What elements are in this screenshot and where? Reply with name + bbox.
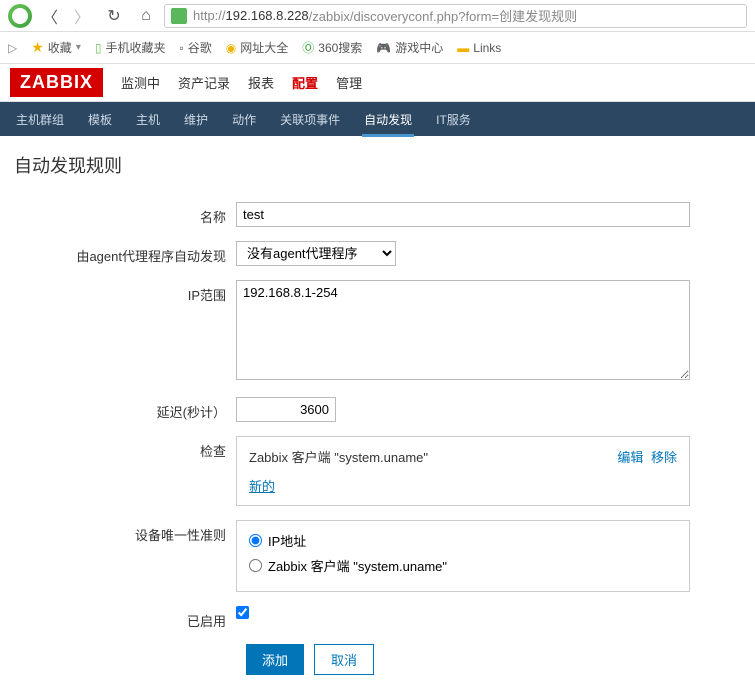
bookmark-label: 收藏	[48, 39, 72, 56]
bookmark-mobile[interactable]: ▯ 手机收藏夹	[95, 39, 166, 56]
reload-button[interactable]: ↻	[100, 2, 128, 30]
add-button[interactable]: 添加	[246, 644, 304, 675]
label-delay: 延迟(秒计）	[14, 397, 236, 422]
address-bar[interactable]: http:// 192.168.8.228 /zabbix/discoveryc…	[164, 4, 747, 28]
menu-monitoring[interactable]: 监测中	[121, 63, 160, 102]
bookmark-favorites[interactable]: ★ 收藏 ▾	[31, 39, 81, 56]
star-icon: ★	[31, 39, 44, 56]
sub-nav: 主机群组 模板 主机 维护 动作 关联项事件 自动发现 IT服务	[0, 102, 755, 136]
subnav-hosts[interactable]: 主机	[134, 102, 162, 137]
check-new-link[interactable]: 新的	[249, 479, 275, 494]
url-path: /zabbix/discoveryconf.php?form=创建发现规则	[309, 6, 577, 25]
label-agent-proxy: 由agent代理程序自动发现	[14, 241, 236, 266]
label-checks: 检查	[14, 436, 236, 506]
label-enabled: 已启用	[14, 606, 236, 630]
uniqueness-box: IP地址 Zabbix 客户端 "system.uname"	[236, 520, 690, 592]
menu-config[interactable]: 配置	[292, 63, 318, 102]
menu-admin[interactable]: 管理	[336, 63, 362, 102]
label-name: 名称	[14, 202, 236, 227]
check-edit-link[interactable]: 编辑	[617, 450, 643, 465]
delay-input[interactable]	[236, 397, 336, 422]
agent-proxy-select[interactable]: 没有agent代理程序	[236, 241, 396, 266]
page-icon: ▫	[179, 41, 183, 55]
bookmark-label: 游戏中心	[395, 39, 443, 56]
bookmark-label: 360搜索	[318, 39, 362, 56]
check-remove-link[interactable]: 移除	[651, 450, 677, 465]
globe-icon: ◉	[226, 41, 236, 55]
gamepad-icon: 🎮	[376, 41, 391, 55]
bookmark-game[interactable]: 🎮 游戏中心	[376, 39, 443, 56]
browser-toolbar: 〈 〉 ↻ ⌂ http:// 192.168.8.228 /zabbix/di…	[0, 0, 755, 32]
back-button[interactable]: 〈	[36, 2, 64, 30]
url-host: 192.168.8.228	[226, 8, 309, 23]
label-uniqueness: 设备唯一性准则	[14, 520, 236, 592]
subnav-templates[interactable]: 模板	[86, 102, 114, 137]
name-input[interactable]	[236, 202, 690, 227]
subnav-hostgroups[interactable]: 主机群组	[14, 102, 66, 137]
home-button[interactable]: ⌂	[132, 2, 160, 30]
main-menu: 监测中 资产记录 报表 配置 管理	[121, 63, 362, 102]
chevron-down-icon: ▾	[76, 42, 81, 53]
phone-icon: ▯	[95, 41, 102, 55]
subnav-actions[interactable]: 动作	[230, 102, 258, 137]
bookmark-google[interactable]: ▫ 谷歌	[179, 39, 211, 56]
ip-range-textarea[interactable]: 192.168.8.1-254	[236, 280, 690, 380]
bookmarks-bar: ▷ ★ 收藏 ▾ ▯ 手机收藏夹 ▫ 谷歌 ◉ 网址大全 Ⓞ 360搜索 🎮 游…	[0, 32, 755, 64]
radio-agent[interactable]	[249, 559, 262, 572]
cancel-button[interactable]: 取消	[314, 644, 374, 675]
check-row: Zabbix 客户端 "system.uname" 编辑 移除	[249, 447, 677, 466]
page-title: 自动发现规则	[14, 152, 741, 178]
radio-ip[interactable]	[249, 534, 262, 547]
bookmark-wangzhi[interactable]: ◉ 网址大全	[226, 39, 289, 56]
url-prefix: http://	[193, 8, 226, 23]
bookmark-label: 谷歌	[188, 39, 212, 56]
menu-inventory[interactable]: 资产记录	[178, 63, 230, 102]
forward-button[interactable]: 〉	[68, 2, 96, 30]
subnav-itservices[interactable]: IT服务	[434, 102, 473, 137]
browser-logo-icon	[8, 4, 32, 28]
subnav-discovery[interactable]: 自动发现	[362, 102, 414, 137]
bookmark-360[interactable]: Ⓞ 360搜索	[302, 39, 362, 56]
page-content: 自动发现规则 名称 由agent代理程序自动发现 没有agent代理程序 IP范…	[0, 136, 755, 691]
menu-reports[interactable]: 报表	[248, 63, 274, 102]
bookmark-label: 手机收藏夹	[105, 39, 165, 56]
bookmarks-toggle-icon[interactable]: ▷	[8, 41, 17, 55]
bookmark-label: Links	[473, 41, 501, 55]
label-ip-range: IP范围	[14, 280, 236, 383]
radio-ip-label: IP地址	[268, 531, 306, 550]
radio-agent-label: Zabbix 客户端 "system.uname"	[268, 556, 447, 575]
enabled-checkbox[interactable]	[236, 606, 249, 619]
checks-box: Zabbix 客户端 "system.uname" 编辑 移除 新的	[236, 436, 690, 506]
folder-icon: ▬	[457, 41, 469, 55]
zabbix-header: ZABBIX 监测中 资产记录 报表 配置 管理	[0, 64, 755, 102]
zabbix-logo[interactable]: ZABBIX	[10, 68, 103, 97]
shield-icon	[171, 8, 187, 24]
search-icon: Ⓞ	[302, 39, 314, 56]
bookmark-label: 网址大全	[240, 39, 288, 56]
check-text: Zabbix 客户端 "system.uname"	[249, 447, 428, 466]
subnav-maintenance[interactable]: 维护	[182, 102, 210, 137]
subnav-correlation[interactable]: 关联项事件	[278, 102, 342, 137]
bookmark-links[interactable]: ▬ Links	[457, 41, 501, 55]
